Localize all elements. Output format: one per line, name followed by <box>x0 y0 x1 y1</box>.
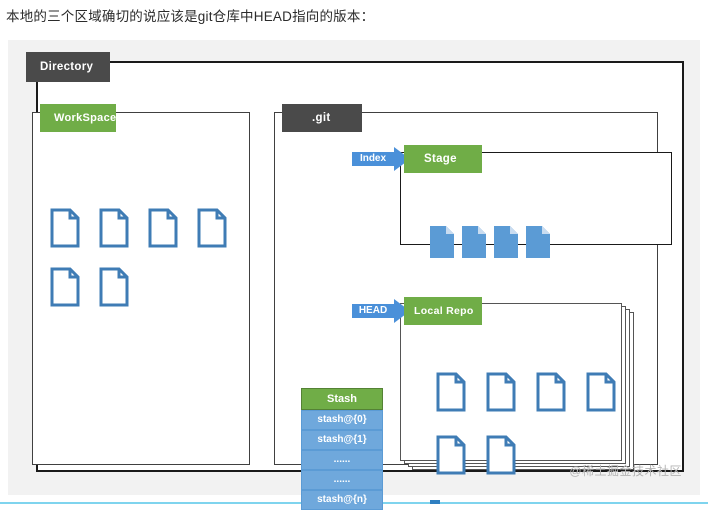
stash-header: Stash <box>301 388 383 410</box>
stash-entry: ...... <box>301 450 383 470</box>
stash-entry: stash@{n} <box>301 490 383 510</box>
workspace-label: WorkSpace <box>40 104 116 132</box>
stage-files-row <box>430 226 558 258</box>
git-label: .git <box>282 104 362 132</box>
file-outline-icon <box>436 372 466 412</box>
file-filled-icon <box>462 226 486 258</box>
file-filled-icon <box>494 226 518 258</box>
workspace-files-row-2 <box>50 267 148 307</box>
stash-entry: stash@{0} <box>301 410 383 430</box>
file-outline-icon <box>99 267 129 307</box>
file-outline-icon <box>50 208 80 248</box>
bottom-accent-mark <box>430 500 440 504</box>
page-caption: 本地的三个区域确切的说应该是git仓库中HEAD指向的版本： <box>6 9 375 24</box>
file-outline-icon <box>50 267 80 307</box>
file-outline-icon <box>148 208 178 248</box>
local-repo-files-row-2 <box>436 435 536 475</box>
file-outline-icon <box>536 372 566 412</box>
local-repo-label: Local Repo <box>404 297 482 325</box>
stash-entry: stash@{1} <box>301 430 383 450</box>
file-filled-icon <box>526 226 550 258</box>
stash-entry: ...... <box>301 470 383 490</box>
stash-table: Stash stash@{0} stash@{1} ...... ...... … <box>301 388 383 510</box>
file-filled-icon <box>430 226 454 258</box>
local-repo-files-row-1 <box>436 372 636 412</box>
index-arrow: Index <box>352 147 410 171</box>
head-arrow: HEAD <box>352 299 410 323</box>
file-outline-icon <box>486 435 516 475</box>
file-outline-icon <box>486 372 516 412</box>
file-outline-icon <box>99 208 129 248</box>
file-outline-icon <box>436 435 466 475</box>
workspace-files-row-1 <box>50 208 246 248</box>
index-arrow-label: Index <box>359 153 387 164</box>
file-outline-icon <box>586 372 616 412</box>
diagram-figure: Directory WorkSpace .git Index Stage HEA… <box>8 40 700 510</box>
file-outline-icon <box>197 208 227 248</box>
directory-label: Directory <box>26 52 110 82</box>
watermark: @稀土掘金技术社区 <box>569 464 682 478</box>
stage-label: Stage <box>404 145 482 173</box>
head-arrow-label: HEAD <box>358 305 388 316</box>
